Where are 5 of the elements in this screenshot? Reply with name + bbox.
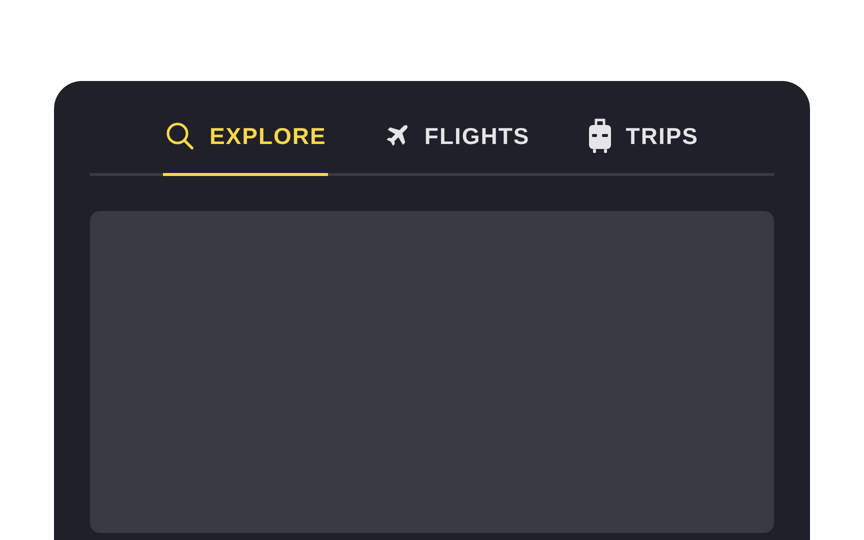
suitcase-icon (588, 118, 612, 154)
tab[interactable]: TRIPS (586, 99, 701, 176)
search-icon (165, 121, 196, 151)
tab[interactable]: EXPLORE (163, 99, 328, 176)
tab[interactable]: FLIGHTS (382, 99, 532, 176)
